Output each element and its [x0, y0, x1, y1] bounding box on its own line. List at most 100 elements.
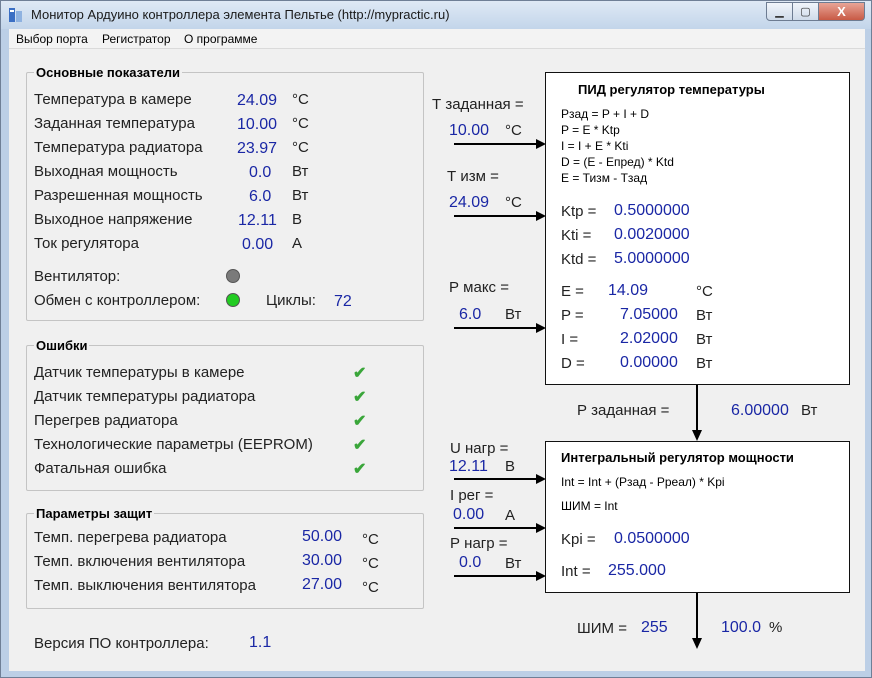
p-label: P = — [561, 307, 584, 324]
overheat-temp-value: 50.00 — [302, 528, 343, 545]
app-window: Монитор Ардуино контроллера элемента Пел… — [0, 0, 872, 678]
minimize-icon: ▁ — [775, 6, 784, 18]
row-label: Ток регулятора — [34, 235, 139, 252]
protection-label: Темп. включения вентилятора — [34, 553, 246, 570]
t-meas-unit: °C — [505, 194, 522, 211]
protection-unit: °C — [362, 579, 379, 596]
maximize-button[interactable]: ▢ — [793, 2, 819, 21]
u-load-label: U нагр = — [450, 440, 509, 457]
e-unit: °C — [696, 283, 713, 300]
pid-formula: I = I + E * Kti — [561, 139, 629, 153]
pwm-percent-sign: % — [769, 619, 783, 636]
main-indicators-title: Основные показатели — [34, 65, 182, 80]
protection-unit: °C — [362, 555, 379, 572]
ok-check-icon: ✔ — [353, 413, 367, 430]
radiator-temp-value: 23.97 — [237, 140, 278, 157]
int-label: Int = — [561, 563, 591, 580]
errors-group: Ошибки Датчик температуры в камере ✔ Дат… — [26, 338, 424, 491]
p-load-label: Р нагр = — [450, 535, 508, 552]
row-label: Выходная мощность — [34, 163, 178, 180]
p-set-unit: Вт — [801, 402, 818, 419]
i-value: 2.02000 — [620, 330, 678, 347]
d-value: 0.00000 — [620, 354, 678, 371]
menu-port-select[interactable]: Выбор порта — [16, 32, 88, 46]
t-set-label: Т заданная = — [432, 96, 524, 113]
protection-unit: °C — [362, 531, 379, 548]
p-set-value: 6.00000 — [731, 402, 789, 419]
window-title: Монитор Ардуино контроллера элемента Пел… — [31, 7, 450, 22]
maximize-icon: ▢ — [800, 6, 811, 18]
pwm-down-arrow-icon — [692, 593, 702, 649]
p-unit: Вт — [696, 307, 713, 324]
protection-label: Темп. перегрева радиатора — [34, 529, 227, 546]
firmware-label: Версия ПО контроллера: — [34, 635, 209, 652]
row-unit: В — [292, 211, 303, 228]
pwm-label: ШИМ = — [577, 620, 627, 637]
ok-check-icon: ✔ — [353, 365, 367, 382]
exchange-indicator-led — [226, 293, 240, 307]
pid-formula: P = E * Ktp — [561, 123, 620, 137]
i-unit: Вт — [696, 331, 713, 348]
error-label: Перегрев радиатора — [34, 412, 178, 429]
u-load-arrow-icon — [454, 474, 546, 484]
set-temp-value: 10.00 — [237, 116, 278, 133]
row-label: Температура в камере — [34, 91, 192, 108]
window-controls: ▁ ▢ X — [766, 2, 865, 21]
row-unit: А — [292, 235, 303, 252]
error-label: Технологические параметры (EEPROM) — [34, 436, 313, 453]
pid-formula: E = Тизм - Тзад — [561, 171, 648, 185]
protection-label: Темп. выключения вентилятора — [34, 577, 256, 594]
p-max-label: Р макс = — [449, 279, 509, 296]
i-reg-arrow-icon — [454, 523, 546, 533]
minimize-button[interactable]: ▁ — [766, 2, 793, 21]
pid-regulator-box: ПИД регулятор температуры Рзад = P + I +… — [545, 72, 850, 385]
d-label: D = — [561, 355, 585, 372]
d-unit: Вт — [696, 355, 713, 372]
errors-title: Ошибки — [34, 338, 90, 353]
t-meas-label: Т изм = — [447, 168, 499, 185]
row-label: Заданная температура — [34, 115, 195, 132]
integral-formula: ШИМ = Int — [561, 499, 618, 513]
p-max-arrow-icon — [454, 323, 546, 333]
menu-bar: Выбор порта Регистратор О программе — [9, 29, 865, 49]
integral-title: Интегральный регулятор мощности — [561, 450, 794, 465]
firmware-value: 1.1 — [249, 634, 272, 651]
fan-on-temp-value: 30.00 — [302, 552, 343, 569]
error-label: Фатальная ошибка — [34, 460, 167, 477]
output-voltage-value: 12.11 — [238, 212, 277, 229]
ktp-label: Ktp = — [561, 203, 597, 220]
chamber-temp-value: 24.09 — [237, 92, 278, 109]
protection-title: Параметры защит — [34, 506, 155, 521]
row-unit: °C — [292, 91, 309, 108]
p-load-arrow-icon — [454, 571, 546, 581]
e-label: E = — [561, 283, 584, 300]
row-unit: Вт — [292, 187, 309, 204]
row-label: Температура радиатора — [34, 139, 203, 156]
fan-off-temp-value: 27.00 — [302, 576, 343, 593]
app-icon — [9, 8, 22, 22]
integral-regulator-box: Интегральный регулятор мощности Int = In… — [545, 441, 850, 593]
cycles-label: Циклы: — [266, 292, 316, 309]
close-button[interactable]: X — [819, 2, 865, 21]
regulator-current-value: 0.00 — [242, 236, 274, 253]
int-value: 255.000 — [608, 562, 666, 579]
ok-check-icon: ✔ — [353, 389, 367, 406]
title-bar[interactable]: Монитор Ардуино контроллера элемента Пел… — [1, 1, 871, 29]
kpi-value: 0.0500000 — [614, 530, 690, 547]
menu-recorder[interactable]: Регистратор — [102, 32, 171, 46]
pwm-percent-value: 100.0 — [721, 619, 762, 636]
ok-check-icon: ✔ — [353, 437, 367, 454]
pid-formula: D = (E - Епред) * Ktd — [561, 155, 674, 169]
menu-about[interactable]: О программе — [184, 32, 257, 46]
pid-title: ПИД регулятор температуры — [578, 82, 765, 97]
ktp-value: 0.5000000 — [614, 202, 690, 219]
p-max-unit: Вт — [505, 306, 522, 323]
row-unit: °C — [292, 115, 309, 132]
error-label: Датчик температуры в камере — [34, 364, 245, 381]
fan-indicator-led — [226, 269, 240, 283]
kti-label: Kti = — [561, 227, 592, 244]
p-set-down-arrow-icon — [692, 385, 702, 441]
cycles-value: 72 — [334, 293, 352, 310]
p-set-label: Р заданная = — [577, 402, 670, 419]
t-meas-arrow-icon — [454, 211, 546, 221]
